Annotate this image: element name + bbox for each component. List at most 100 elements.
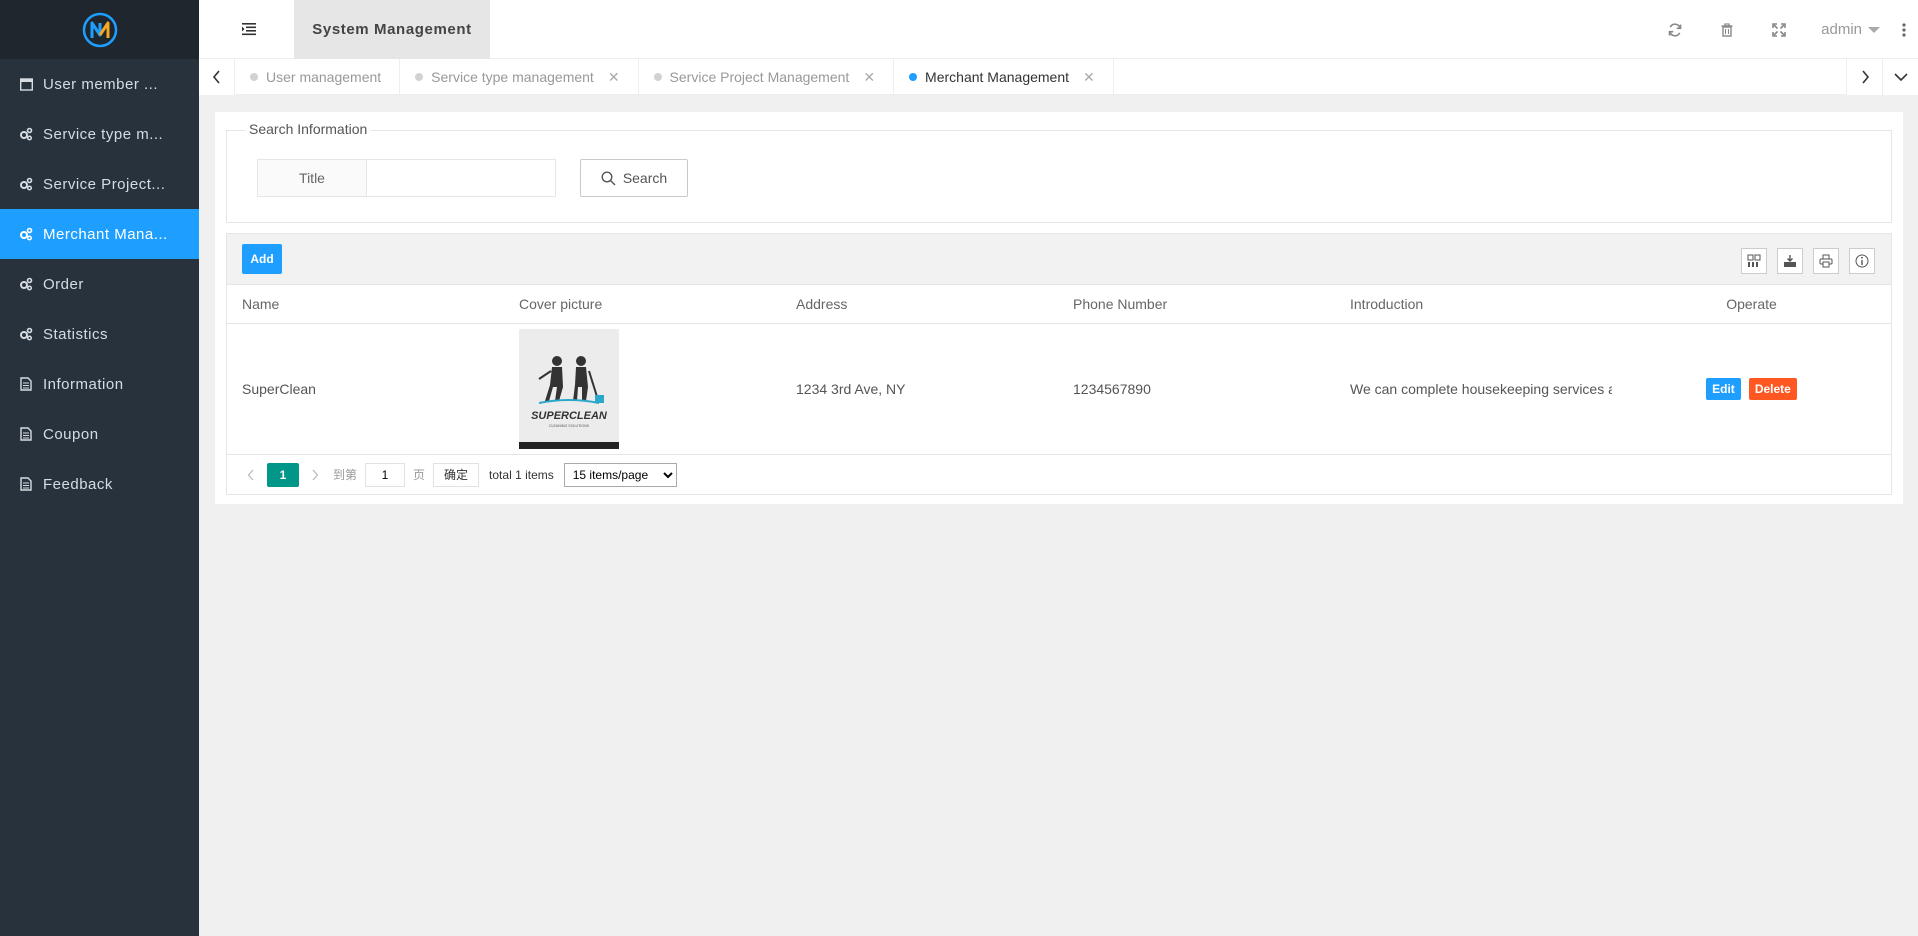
column-header-name[interactable]: Name <box>227 296 504 312</box>
sidebar-item-service-type-m[interactable]: Service type m... <box>0 109 199 159</box>
sidebar-toggle-icon[interactable] <box>241 21 257 37</box>
tab-options-chevron-icon[interactable] <box>1882 59 1918 95</box>
print-icon[interactable] <box>1813 248 1839 274</box>
edit-button[interactable]: Edit <box>1706 378 1741 400</box>
delete-button[interactable]: Delete <box>1748 378 1797 400</box>
sidebar-item-service-project[interactable]: Service Project... <box>0 159 199 209</box>
file-icon <box>19 377 33 391</box>
close-icon[interactable]: ✕ <box>608 69 620 86</box>
sidebar-item-label: Feedback <box>43 475 113 493</box>
close-icon[interactable]: ✕ <box>1083 69 1095 86</box>
gears-icon <box>19 177 33 191</box>
pagination: 1 到第 页 确定 total 1 items 15 items/page <box>227 455 1891 494</box>
sidebar-item-order[interactable]: Order <box>0 259 199 309</box>
cell-name: SuperClean <box>242 381 316 397</box>
prev-page-icon[interactable] <box>239 463 263 487</box>
sidebar-item-user-member[interactable]: User member ... <box>0 59 199 109</box>
sidebar-item-label: User member ... <box>43 75 159 93</box>
tab-service-project-management[interactable]: Service Project Management ✕ <box>639 59 895 95</box>
file-icon <box>19 427 33 441</box>
content-card: Search Information Title Search Add Name… <box>215 112 1903 504</box>
sidebar-item-label: Service type m... <box>43 125 164 143</box>
tab-user-management[interactable]: User management <box>235 59 401 95</box>
sidebar: User member ... Service type m... Service … <box>0 0 199 936</box>
logo[interactable] <box>0 0 199 59</box>
logo-icon <box>82 12 117 47</box>
tab-status-dot <box>415 73 424 81</box>
trash-icon[interactable] <box>1701 0 1753 59</box>
tab-bar: User management Service type management ✕ S… <box>199 59 1918 95</box>
tab-label: User management <box>266 69 382 85</box>
sidebar-item-label: Order <box>43 275 84 293</box>
sidebar-item-label: Statistics <box>43 325 109 343</box>
data-table: Add Name Cover picture Address Phone Num… <box>226 233 1892 495</box>
goto-page-input[interactable] <box>365 462 406 487</box>
tab-status-dot <box>653 73 662 81</box>
sidebar-item-label: Coupon <box>43 425 99 443</box>
add-button[interactable]: Add <box>242 244 282 274</box>
total-count: total 1 items <box>489 467 554 482</box>
cover-brand-text: SUPERCLEAN <box>531 410 608 422</box>
sidebar-item-coupon[interactable]: Coupon <box>0 409 199 459</box>
search-fieldset: Search Information Title Search <box>226 121 1892 223</box>
gears-icon <box>19 327 33 341</box>
column-header-cover[interactable]: Cover picture <box>504 296 781 312</box>
cell-cover: SUPERCLEAN CLEANING SOLUTIONS <box>504 329 781 449</box>
cover-sub-text: CLEANING SOLUTIONS <box>549 424 590 428</box>
username: admin <box>1821 21 1862 38</box>
export-icon[interactable] <box>1777 248 1803 274</box>
search-icon <box>601 170 616 185</box>
top-header: System Management admin <box>199 0 1918 59</box>
search-legend: Search Information <box>245 121 372 137</box>
table-toolbar: Add <box>227 234 1891 285</box>
more-vertical-icon[interactable] <box>1890 0 1918 59</box>
goto-confirm-button[interactable]: 确定 <box>433 462 480 487</box>
table-row[interactable]: SuperClean SUPERCLEAN CLEANING SOLUTIONS… <box>227 324 1891 455</box>
user-menu[interactable]: admin <box>1805 21 1890 38</box>
cell-address: 1234 3rd Ave, NY <box>796 381 906 397</box>
column-header-operate: Operate <box>1726 296 1777 312</box>
tab-scroll-left-icon[interactable] <box>199 59 235 95</box>
search-button-label: Search <box>622 170 668 186</box>
sidebar-item-label: Service Project... <box>43 175 166 193</box>
sidebar-item-information[interactable]: Information <box>0 359 199 409</box>
sidebar-item-label: Merchant Mana... <box>43 225 168 243</box>
gears-icon <box>19 277 33 291</box>
cell-introduction: We can complete housekeeping services a <box>1335 381 1612 397</box>
sidebar-item-merchant-mana[interactable]: Merchant Mana... <box>0 209 199 259</box>
current-page[interactable]: 1 <box>267 462 299 487</box>
system-management-tab[interactable]: System Management <box>294 0 490 59</box>
tab-status-dot <box>909 73 918 81</box>
title-label: Title <box>257 159 367 197</box>
window-icon <box>19 77 33 91</box>
cover-picture[interactable]: SUPERCLEAN CLEANING SOLUTIONS <box>519 329 619 449</box>
sidebar-item-feedback[interactable]: Feedback <box>0 459 199 509</box>
close-icon[interactable]: ✕ <box>863 69 875 86</box>
column-header-address[interactable]: Address <box>781 296 1058 312</box>
tab-service-type-management[interactable]: Service type management ✕ <box>400 59 639 95</box>
tab-label: Merchant Management <box>925 69 1070 85</box>
columns-filter-icon[interactable] <box>1741 248 1767 274</box>
introduction-text: We can complete housekeeping services a <box>1350 381 1612 397</box>
info-icon[interactable] <box>1849 248 1875 274</box>
tab-label: Service Project Management <box>669 69 850 85</box>
tab-status-dot <box>250 73 258 81</box>
page-label: 页 <box>413 468 426 482</box>
fullscreen-icon[interactable] <box>1753 0 1805 59</box>
sidebar-item-statistics[interactable]: Statistics <box>0 309 199 359</box>
column-header-introduction[interactable]: Introduction <box>1335 296 1612 312</box>
tab-scroll-right-icon[interactable] <box>1846 59 1882 95</box>
sidebar-item-label: Information <box>43 375 124 393</box>
goto-label: 到第 <box>333 468 358 482</box>
page-size-select[interactable]: 15 items/page <box>563 462 677 487</box>
next-page-icon[interactable] <box>303 463 327 487</box>
search-button[interactable]: Search <box>580 159 688 197</box>
table-header: Name Cover picture Address Phone Number … <box>227 285 1891 324</box>
cell-operate: Edit Delete <box>1612 378 1891 400</box>
title-input[interactable] <box>366 159 556 197</box>
column-header-phone[interactable]: Phone Number <box>1058 296 1335 312</box>
cleaning-logo-image: SUPERCLEAN CLEANING SOLUTIONS <box>519 329 619 449</box>
tab-merchant-management[interactable]: Merchant Management ✕ <box>894 59 1114 95</box>
refresh-icon[interactable] <box>1649 0 1701 59</box>
gears-icon <box>19 127 33 141</box>
